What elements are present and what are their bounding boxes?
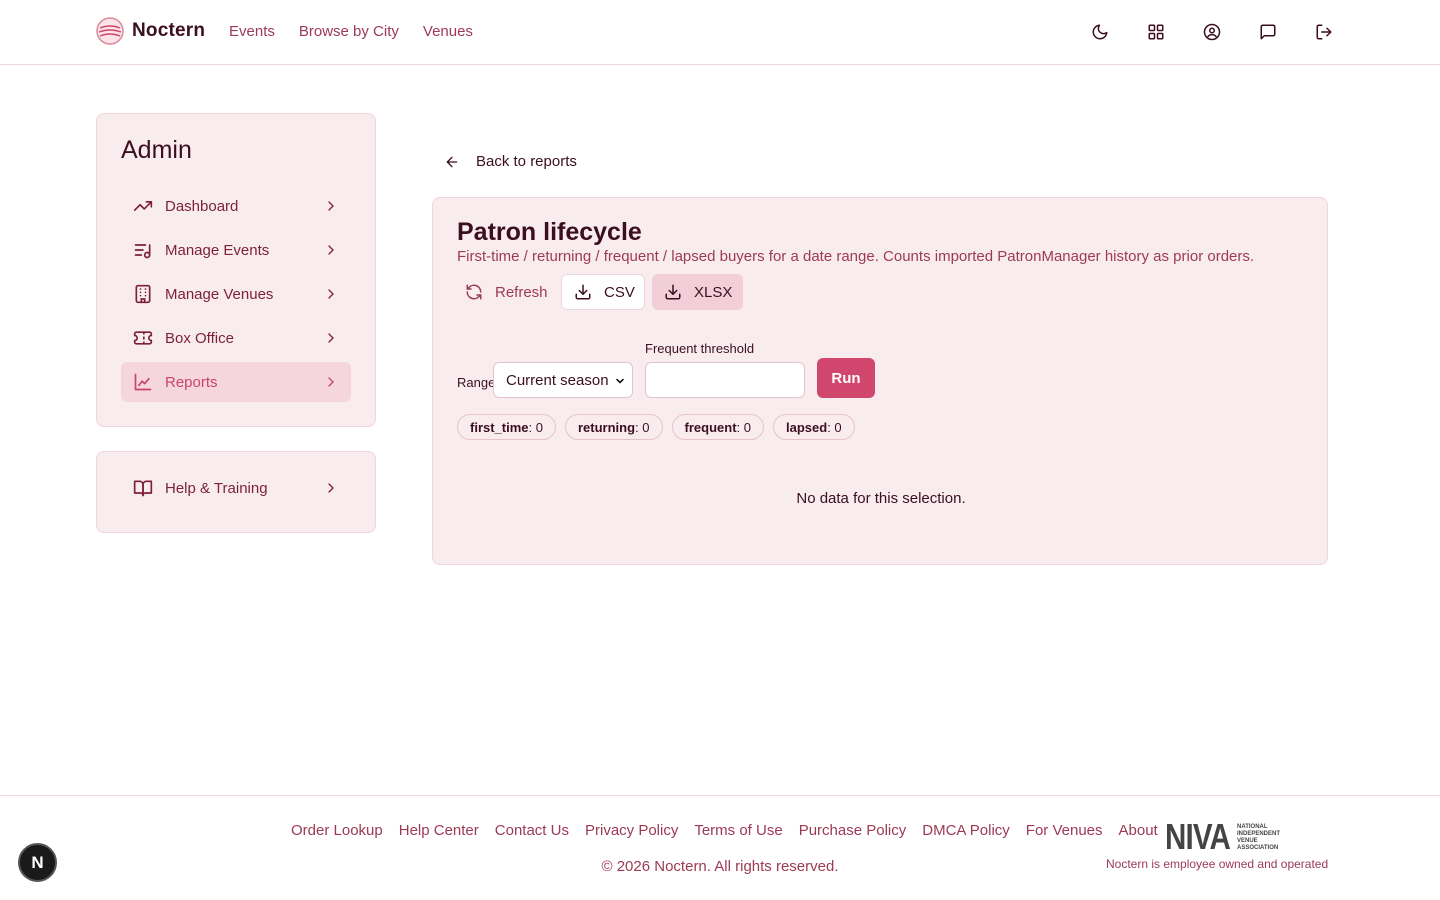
back-to-reports-link[interactable]: Back to reports <box>444 153 577 170</box>
chevron-right-icon <box>328 289 334 299</box>
sidebar-item-label: Reports <box>165 373 218 391</box>
help-sidebar: Help & Training <box>96 451 376 533</box>
sidebar-title: Admin <box>121 136 192 164</box>
xlsx-label: XLSX <box>694 283 733 301</box>
sidebar-item-label: Manage Venues <box>165 285 274 303</box>
sidebar-item-reports[interactable]: Reports <box>121 362 351 402</box>
page-title: Patron lifecycle <box>457 218 642 246</box>
chip-value: : 0 <box>528 419 543 435</box>
xlsx-export-button[interactable]: XLSX <box>652 274 743 310</box>
csv-export-button[interactable]: CSV <box>561 274 645 310</box>
sidebar-item-label: Box Office <box>165 329 234 347</box>
trending-up-icon <box>133 196 153 216</box>
ticket-icon <box>133 328 153 348</box>
niva-wordmark: NIVA <box>1165 816 1231 857</box>
employee-note: Noctern is employee owned and operated <box>1106 857 1329 871</box>
niva-logo[interactable]: NIVA NATIONAL INDEPENDENT VENUE ASSOCIAT… <box>1165 816 1280 857</box>
download-icon <box>664 283 682 301</box>
chevron-right-icon <box>328 245 334 255</box>
frequent-threshold-label: Frequent threshold <box>645 341 755 356</box>
chip-key: lapsed <box>786 419 828 435</box>
logo-icon <box>96 17 124 45</box>
sidebar-item-box-office[interactable]: Box Office <box>121 318 351 358</box>
chevron-right-icon <box>328 377 334 387</box>
chip-value: : 0 <box>635 419 650 435</box>
run-button[interactable]: Run <box>817 358 875 398</box>
chip-frequent: frequent: 0 <box>671 414 764 440</box>
chip-value: : 0 <box>736 419 751 435</box>
site-footer: Order Lookup Help Center Contact Us Priv… <box>0 795 1440 900</box>
refresh-button[interactable]: Refresh <box>457 274 557 310</box>
site-header: Noctern Events Browse by City Venues <box>0 0 1440 65</box>
app-name: Noctern <box>132 20 206 41</box>
frequent-threshold-input[interactable] <box>645 362 805 398</box>
main-nav: Events Browse by City Venues <box>229 23 473 40</box>
summary-chips: first_time: 0 returning: 0 frequent: 0 l… <box>457 414 855 440</box>
sidebar-item-label: Help & Training <box>165 479 268 497</box>
chevron-right-icon <box>328 333 334 343</box>
footer-link-order-lookup[interactable]: Order Lookup <box>291 822 383 839</box>
chevron-down-icon <box>616 378 624 384</box>
admin-sidebar: Admin Dashboard Manage Events Manage Ven… <box>96 113 376 427</box>
page-description: First-time / returning / frequent / laps… <box>457 248 1255 265</box>
building-icon <box>133 284 153 304</box>
sidebar-item-label: Manage Events <box>165 241 270 259</box>
dev-tools-badge[interactable]: N <box>18 843 57 882</box>
logout-icon[interactable] <box>1312 20 1336 44</box>
chip-value: : 0 <box>827 419 842 435</box>
footer-link-dmca-policy[interactable]: DMCA Policy <box>922 822 1010 839</box>
chip-key: returning <box>578 419 636 435</box>
nav-venues[interactable]: Venues <box>423 23 473 40</box>
chip-lapsed: lapsed: 0 <box>773 414 855 440</box>
footer-link-for-venues[interactable]: For Venues <box>1026 822 1103 839</box>
refresh-icon <box>465 283 483 301</box>
range-select[interactable]: Current season <box>493 362 633 398</box>
empty-state-message: No data for this selection. <box>796 490 966 507</box>
chip-first-time: first_time: 0 <box>457 414 556 440</box>
chevron-right-icon <box>328 483 334 493</box>
range-value: Current season <box>506 371 609 389</box>
niva-subtitle: NATIONAL INDEPENDENT VENUE ASSOCIATION <box>1237 824 1281 851</box>
message-icon[interactable] <box>1256 20 1280 44</box>
refresh-label: Refresh <box>495 283 548 301</box>
back-label: Back to reports <box>476 153 577 170</box>
nav-events[interactable]: Events <box>229 23 275 40</box>
sidebar-item-label: Dashboard <box>165 197 239 215</box>
csv-label: CSV <box>604 283 635 301</box>
header-actions <box>1088 20 1336 44</box>
footer-links: Order Lookup Help Center Contact Us Priv… <box>291 822 1158 839</box>
line-chart-icon <box>133 372 153 392</box>
nav-browse-by-city[interactable]: Browse by City <box>299 23 399 40</box>
footer-link-contact-us[interactable]: Contact Us <box>495 822 569 839</box>
range-label: Range <box>457 375 496 390</box>
moon-icon[interactable] <box>1088 20 1112 44</box>
chip-key: frequent <box>684 419 737 435</box>
chip-returning: returning: 0 <box>565 414 663 440</box>
sidebar-item-help-training[interactable]: Help & Training <box>121 468 351 508</box>
list-music-icon <box>133 240 153 260</box>
footer-link-about[interactable]: About <box>1119 822 1158 839</box>
sidebar-item-manage-events[interactable]: Manage Events <box>121 230 351 270</box>
chevron-right-icon <box>328 201 334 211</box>
download-icon <box>574 283 592 301</box>
sidebar-item-manage-venues[interactable]: Manage Venues <box>121 274 351 314</box>
footer-link-help-center[interactable]: Help Center <box>399 822 479 839</box>
report-panel: Patron lifecycle First-time / returning … <box>432 197 1328 565</box>
user-circle-icon[interactable] <box>1200 20 1224 44</box>
footer-link-terms-of-use[interactable]: Terms of Use <box>694 822 782 839</box>
footer-link-privacy-policy[interactable]: Privacy Policy <box>585 822 678 839</box>
sidebar-item-dashboard[interactable]: Dashboard <box>121 186 351 226</box>
grid-icon[interactable] <box>1144 20 1168 44</box>
logo[interactable]: Noctern <box>96 17 205 45</box>
book-open-icon <box>133 478 153 498</box>
arrow-left-icon <box>446 156 458 167</box>
chip-key: first_time <box>470 419 529 435</box>
footer-link-purchase-policy[interactable]: Purchase Policy <box>799 822 907 839</box>
